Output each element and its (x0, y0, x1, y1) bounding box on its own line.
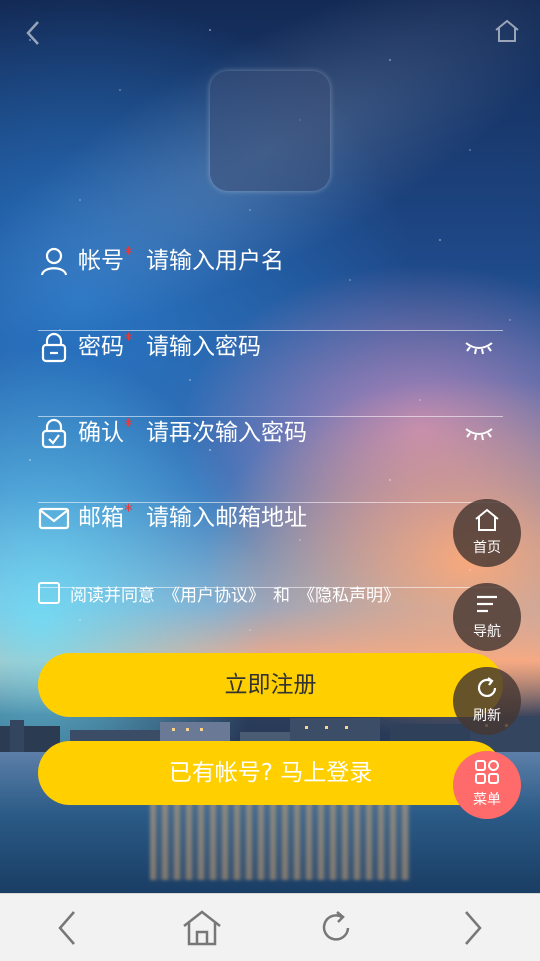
float-refresh-button[interactable]: 刷新 (453, 667, 521, 735)
password-input[interactable] (146, 331, 446, 363)
float-nav-label: 导航 (473, 624, 501, 640)
password-field: 密码* (38, 331, 503, 417)
password-label: 密码* (78, 329, 133, 360)
chevron-left-icon[interactable] (22, 18, 44, 48)
email-label: 邮箱* (78, 500, 133, 531)
agreement-and: 和 (273, 585, 290, 606)
refresh-icon[interactable] (314, 906, 358, 950)
float-home-button[interactable]: 首页 (453, 499, 521, 567)
email-field: 邮箱* (38, 502, 503, 588)
grid-icon (475, 760, 499, 784)
confirm-password-input[interactable] (146, 417, 446, 449)
float-home-label: 首页 (473, 540, 501, 556)
eye-closed-icon[interactable] (464, 335, 494, 357)
float-refresh-label: 刷新 (473, 708, 501, 724)
menu-lines-icon (477, 595, 497, 613)
lock-icon (41, 332, 67, 363)
agreement-checkbox[interactable] (38, 582, 60, 604)
username-label: 帐号* (78, 243, 133, 274)
mail-icon (38, 507, 70, 530)
confirm-label: 确认* (78, 415, 133, 446)
eye-closed-icon[interactable] (464, 421, 494, 443)
user-agreement-link[interactable]: 《用户协议》 (163, 581, 265, 606)
home-icon[interactable] (494, 18, 520, 44)
agreement-text: 阅读并同意 (70, 585, 155, 606)
login-button[interactable]: 已有帐号? 马上登录 (38, 741, 503, 805)
app-logo (210, 71, 330, 191)
refresh-icon (477, 677, 497, 697)
back-icon[interactable] (46, 906, 90, 950)
float-menu-label: 菜单 (473, 792, 501, 808)
user-icon (40, 247, 68, 276)
home-icon[interactable] (180, 906, 224, 950)
confirm-password-field: 确认* (38, 417, 503, 503)
forward-icon[interactable] (450, 906, 494, 950)
register-button[interactable]: 立即注册 (38, 653, 503, 717)
email-input[interactable] (146, 502, 446, 534)
float-menu-button[interactable]: 菜单 (453, 751, 521, 819)
float-nav-button[interactable]: 导航 (453, 583, 521, 651)
home-icon (475, 508, 499, 531)
bottom-nav-bar (0, 893, 540, 961)
username-field: 帐号* (38, 245, 503, 331)
lock-check-icon (41, 418, 67, 449)
username-input[interactable] (146, 245, 446, 277)
privacy-link[interactable]: 《隐私声明》 (298, 581, 400, 606)
agreement-row: 阅读并同意 《用户协议》 和 《隐私声明》 (38, 580, 408, 606)
